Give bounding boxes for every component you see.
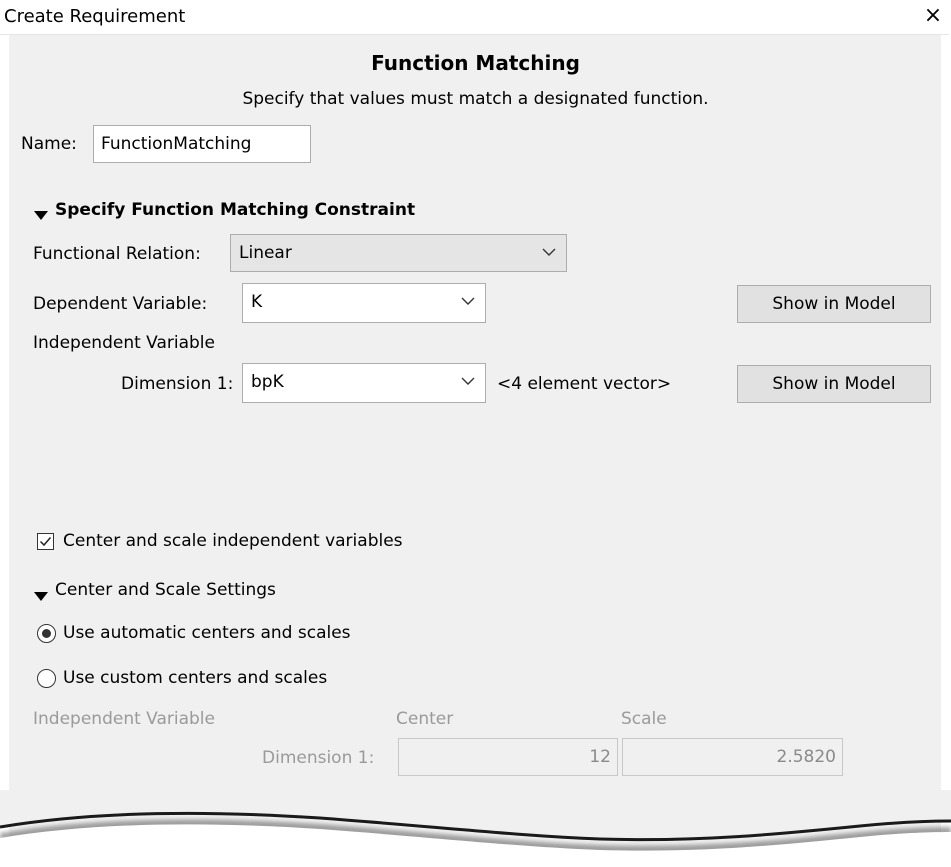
automatic-centers-label: Use automatic centers and scales xyxy=(63,623,351,643)
constraint-section-toggle[interactable] xyxy=(34,205,48,224)
independent-variable-value: bpK xyxy=(251,372,284,392)
chevron-down-icon xyxy=(461,297,475,305)
show-in-model-button-independent[interactable]: Show in Model xyxy=(737,365,931,403)
functional-relation-value: Linear xyxy=(239,243,292,263)
custom-centers-label: Use custom centers and scales xyxy=(63,668,328,688)
title-bar[interactable]: Create Requirement × xyxy=(0,0,949,35)
name-label: Name: xyxy=(21,134,77,154)
functional-relation-label: Functional Relation: xyxy=(33,244,201,264)
vector-size-info: <4 element vector> xyxy=(497,374,672,394)
functional-relation-dropdown[interactable]: Linear xyxy=(230,234,567,272)
close-icon[interactable]: × xyxy=(920,3,946,28)
constraint-section-title: Specify Function Matching Constraint xyxy=(55,200,416,220)
chevron-down-icon xyxy=(461,377,475,385)
center-value-field[interactable]: 12 xyxy=(398,738,618,776)
table-header-scale: Scale xyxy=(621,709,667,729)
window-title: Create Requirement xyxy=(4,6,186,27)
dependent-variable-dropdown[interactable]: K xyxy=(242,283,486,323)
create-requirement-dialog: Create Requirement × Function Matching S… xyxy=(0,0,951,867)
independent-variable-label: Independent Variable xyxy=(33,333,215,353)
name-input[interactable]: FunctionMatching xyxy=(93,125,311,163)
page-title: Function Matching xyxy=(371,51,580,75)
center-scale-settings-toggle[interactable] xyxy=(34,586,48,605)
automatic-centers-radio[interactable] xyxy=(37,624,56,643)
show-in-model-button-dependent[interactable]: Show in Model xyxy=(737,285,931,323)
table-header-independent-variable: Independent Variable xyxy=(33,709,215,729)
center-scale-checkbox[interactable] xyxy=(37,533,54,550)
torn-edge-decoration xyxy=(0,790,951,867)
expand-triangle-icon xyxy=(34,592,48,601)
page-description: Specify that values must match a designa… xyxy=(242,89,709,109)
table-row-dimension-label: Dimension 1: xyxy=(262,748,375,768)
expand-triangle-icon xyxy=(34,211,48,220)
checkmark-icon xyxy=(39,537,52,547)
center-scale-settings-title: Center and Scale Settings xyxy=(55,580,276,600)
center-scale-checkbox-label: Center and scale independent variables xyxy=(63,531,403,551)
independent-variable-dropdown[interactable]: bpK xyxy=(242,363,486,403)
dependent-variable-value: K xyxy=(251,292,263,312)
custom-centers-radio[interactable] xyxy=(37,669,56,688)
table-header-center: Center xyxy=(396,709,454,729)
dimension-label: Dimension 1: xyxy=(121,374,234,394)
dependent-variable-label: Dependent Variable: xyxy=(33,294,208,314)
scale-value-field[interactable]: 2.5820 xyxy=(622,738,843,776)
chevron-down-icon xyxy=(542,248,556,256)
radio-selected-dot xyxy=(42,629,51,638)
